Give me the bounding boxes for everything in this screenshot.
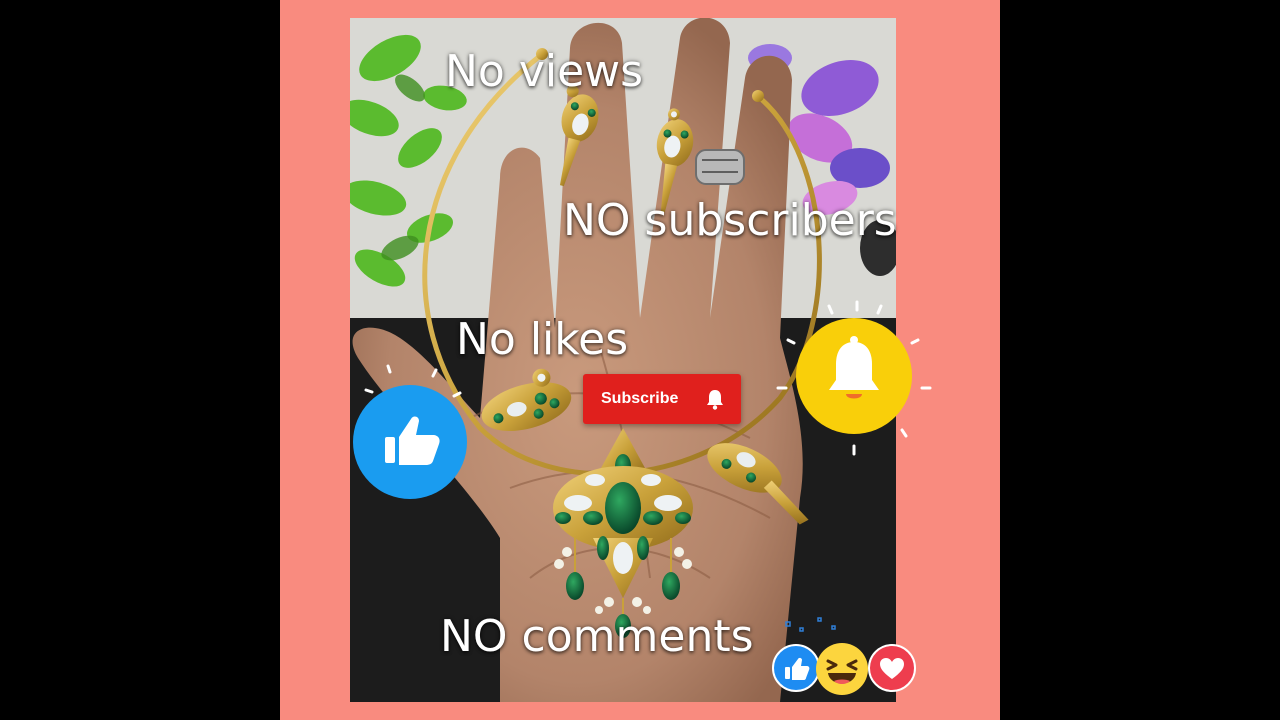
like-button[interactable]	[353, 385, 467, 499]
subscribe-button[interactable]: Subscribe	[583, 374, 741, 424]
haha-reaction-icon[interactable]	[816, 643, 868, 695]
comments-text: NO comments	[440, 611, 754, 662]
notification-bell-button[interactable]	[796, 318, 912, 434]
subscribers-text: NO subscribers	[563, 195, 897, 246]
views-text: No views	[445, 46, 644, 97]
like-reaction-icon[interactable]	[772, 644, 820, 692]
love-reaction-icon[interactable]	[868, 644, 916, 692]
bell-icon	[829, 336, 879, 399]
likes-text: No likes	[456, 314, 629, 365]
video-thumbnail: No views NO subscribers No likes NO comm…	[0, 0, 1280, 720]
subscribe-label: Subscribe	[601, 390, 679, 407]
thumbs-up-icon	[385, 416, 440, 465]
bell-icon	[707, 390, 723, 410]
